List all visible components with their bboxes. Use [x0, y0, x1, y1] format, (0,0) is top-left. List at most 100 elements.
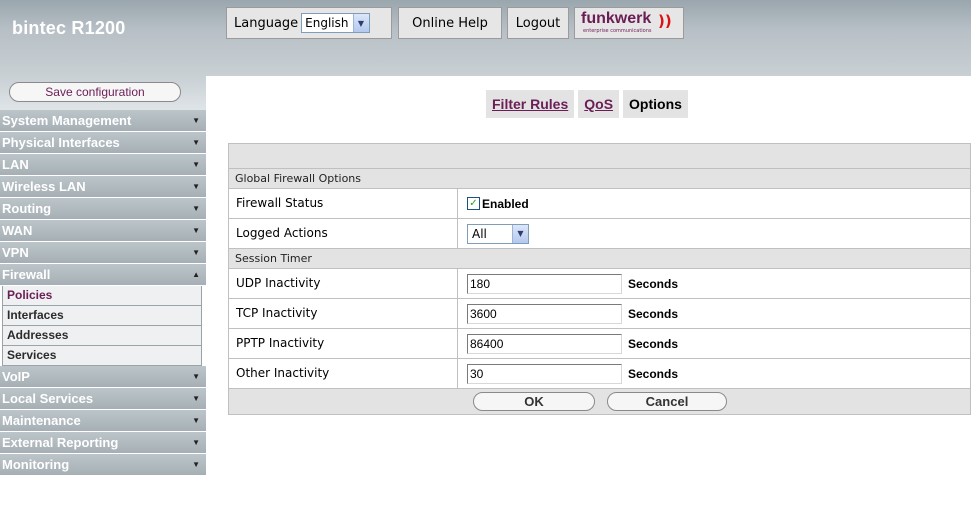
chevron-down-icon: ▼ — [192, 182, 200, 191]
section-header-session-timer: Session Timer — [229, 248, 970, 268]
sidebar-subitem-interfaces[interactable]: Interfaces — [2, 306, 202, 326]
cancel-button[interactable]: Cancel — [607, 392, 727, 411]
header-bar: bintec R1200 Language English ▼ Online H… — [0, 0, 971, 76]
other-inactivity-label: Other Inactivity — [229, 359, 458, 388]
chevron-down-icon: ▼ — [192, 160, 200, 169]
tcp-inactivity-unit: Seconds — [628, 306, 679, 321]
section-header-global: Global Firewall Options — [229, 168, 970, 188]
tcp-inactivity-value: 3600 Seconds — [458, 299, 970, 328]
sidebar-item-external-reporting[interactable]: External Reporting ▼ — [0, 432, 206, 454]
logged-actions-select[interactable]: All ▼ — [467, 223, 529, 244]
chevron-up-icon: ▲ — [192, 270, 200, 279]
other-inactivity-input[interactable]: 30 — [467, 363, 622, 384]
chevron-down-icon: ▼ — [192, 226, 200, 235]
row-firewall-status: Firewall Status ✓ Enabled — [229, 188, 970, 218]
sidebar-subitem-policies[interactable]: Policies — [2, 286, 202, 306]
sidebar-item-local-services[interactable]: Local Services ▼ — [0, 388, 206, 410]
sidebar-item-label: WAN — [2, 223, 33, 238]
chevron-down-icon: ▼ — [192, 416, 200, 425]
row-udp-inactivity: UDP Inactivity 180 Seconds — [229, 268, 970, 298]
tab-qos[interactable]: QoS — [578, 90, 620, 118]
language-select[interactable]: English ▼ — [301, 13, 370, 33]
sidebar-item-lan[interactable]: LAN ▼ — [0, 154, 206, 176]
save-area: Save configuration — [0, 76, 206, 110]
brand-subtitle: enterprise communications — [583, 28, 652, 34]
chevron-down-icon: ▼ — [192, 438, 200, 447]
sidebar-item-monitoring[interactable]: Monitoring ▼ — [0, 454, 206, 476]
sidebar-item-label: Wireless LAN — [2, 179, 86, 194]
logged-actions-value: All ▼ — [458, 219, 970, 248]
chevron-down-icon: ▼ — [192, 248, 200, 257]
sidebar-item-label: System Management — [2, 113, 132, 128]
udp-inactivity-label: UDP Inactivity — [229, 269, 458, 298]
online-help-label: Online Help — [412, 15, 488, 31]
pptp-inactivity-value: 86400 Seconds — [458, 329, 970, 358]
sidebar-item-wan[interactable]: WAN ▼ — [0, 220, 206, 242]
pptp-inactivity-label: PPTP Inactivity — [229, 329, 458, 358]
row-other-inactivity: Other Inactivity 30 Seconds — [229, 358, 970, 388]
firewall-status-label: Firewall Status — [229, 189, 458, 218]
sidebar-item-label: Routing — [2, 201, 52, 216]
sidebar: Save configuration System Management ▼ Ph… — [0, 76, 206, 523]
sidebar-item-wireless-lan[interactable]: Wireless LAN ▼ — [0, 176, 206, 198]
online-help-link[interactable]: Online Help — [398, 7, 502, 39]
pptp-inactivity-input[interactable]: 86400 — [467, 333, 622, 354]
tab-options[interactable]: Options — [623, 90, 688, 118]
logged-actions-label: Logged Actions — [229, 219, 458, 248]
sidebar-item-routing[interactable]: Routing ▼ — [0, 198, 206, 220]
chevron-down-icon: ▼ — [512, 224, 528, 243]
pptp-inactivity-unit: Seconds — [628, 336, 679, 351]
logged-actions-selected: All — [472, 226, 487, 241]
chevron-down-icon: ▼ — [192, 460, 200, 469]
row-tcp-inactivity: TCP Inactivity 3600 Seconds — [229, 298, 970, 328]
firewall-options-form: Global Firewall Options Firewall Status … — [228, 143, 971, 415]
brand-name: funkwerk — [581, 10, 652, 27]
sidebar-item-label: VoIP — [2, 369, 30, 384]
chevron-down-icon: ▼ — [192, 394, 200, 403]
sidebar-item-physical-interfaces[interactable]: Physical Interfaces ▼ — [0, 132, 206, 154]
ok-button[interactable]: OK — [473, 392, 595, 411]
sidebar-item-label: Monitoring — [2, 457, 70, 472]
firewall-status-checkbox[interactable]: ✓ — [467, 197, 480, 210]
sidebar-item-label: VPN — [2, 245, 29, 260]
chevron-down-icon: ▼ — [352, 14, 369, 32]
chevron-down-icon: ▼ — [192, 372, 200, 381]
row-logged-actions: Logged Actions All ▼ — [229, 218, 970, 248]
sidebar-item-label: Firewall — [2, 267, 51, 282]
row-pptp-inactivity: PPTP Inactivity 86400 Seconds — [229, 328, 970, 358]
sidebar-item-system-management[interactable]: System Management ▼ — [0, 110, 206, 132]
udp-inactivity-unit: Seconds — [628, 276, 679, 291]
sidebar-item-label: External Reporting — [2, 435, 119, 450]
tab-filter-rules[interactable]: Filter Rules — [486, 90, 575, 118]
sidebar-item-label: Local Services — [2, 391, 94, 406]
form-footer: OK Cancel — [229, 388, 970, 414]
other-inactivity-unit: Seconds — [628, 366, 679, 381]
language-value: English — [305, 16, 349, 30]
sidebar-subitem-services[interactable]: Services — [2, 346, 202, 366]
sidebar-subitem-addresses[interactable]: Addresses — [2, 326, 202, 346]
sidebar-item-vpn[interactable]: VPN ▼ — [0, 242, 206, 264]
save-configuration-button[interactable]: Save configuration — [9, 82, 181, 102]
sidebar-item-maintenance[interactable]: Maintenance ▼ — [0, 410, 206, 432]
language-label: Language — [234, 15, 299, 31]
sidebar-item-label: Maintenance — [2, 413, 81, 428]
product-logo: bintec R1200 — [12, 18, 126, 38]
firewall-status-value: ✓ Enabled — [458, 189, 970, 218]
logout-label: Logout — [515, 15, 561, 31]
form-top-band — [229, 144, 970, 168]
sidebar-item-label: Physical Interfaces — [2, 135, 120, 150]
sidebar-item-voip[interactable]: VoIP ▼ — [0, 366, 206, 388]
udp-inactivity-value: 180 Seconds — [458, 269, 970, 298]
udp-inactivity-input[interactable]: 180 — [467, 273, 622, 294]
chevron-down-icon: ▼ — [192, 138, 200, 147]
sidebar-item-firewall[interactable]: Firewall ▲ — [0, 264, 206, 286]
chevron-down-icon: ▼ — [192, 204, 200, 213]
tcp-inactivity-label: TCP Inactivity — [229, 299, 458, 328]
brand-logo: funkwerk )) enterprise communications — [574, 7, 684, 39]
other-inactivity-value: 30 Seconds — [458, 359, 970, 388]
sidebar-item-label: LAN — [2, 157, 29, 172]
tab-bar: Filter Rules QoS Options — [486, 90, 692, 118]
logout-link[interactable]: Logout — [507, 7, 569, 39]
chevron-down-icon: ▼ — [192, 116, 200, 125]
tcp-inactivity-input[interactable]: 3600 — [467, 303, 622, 324]
